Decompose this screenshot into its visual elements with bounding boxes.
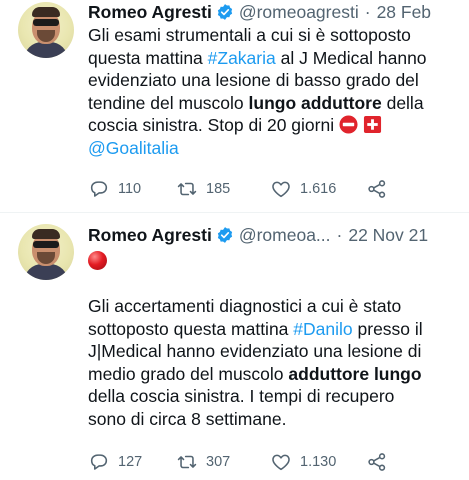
heart-icon [272,181,290,198]
text-line: evidenziato una lesione di basso grado d… [88,70,419,91]
retweet-button[interactable]: 307 [176,451,270,473]
share-icon [368,180,386,198]
text-line: Gli esami strumentali a cui si è sottopo… [88,25,411,45]
tweet-header: Romeo Agresti @romeoa... · 22 Nov 21 [88,223,428,247]
retweet-count: 307 [206,454,231,470]
reply-button[interactable]: 110 [88,178,176,200]
separator-dot: · [336,224,343,245]
text-line: della [381,92,424,113]
like-count: 1.616 [300,181,337,197]
text-line: della coscia sinistra. I tempi di recupe… [88,386,395,407]
tweet-date[interactable]: 22 Nov 21 [348,225,428,246]
hashtag-link[interactable]: #Zakaria [208,48,276,68]
tweet-text: Gli accertamenti diagnostici a cui è sta… [88,295,463,431]
reply-count: 127 [118,454,143,470]
text-line: questa mattina [88,47,208,68]
hashtag-link[interactable]: #Danilo [293,319,352,339]
verified-badge-icon [217,227,232,243]
text-line: tendine del muscolo [88,92,249,113]
no-entry-emoji [339,115,358,134]
avatar[interactable] [18,2,74,58]
tweet-actions: 127 307 1.130 [88,450,396,474]
author-name[interactable]: Romeo Agresti [88,225,212,246]
red-circle-emoji [88,251,107,275]
text-line: sottoposto questa mattina [88,318,294,339]
text-line: sono di circa 8 settimane. [88,408,287,429]
bold-text: lungo adduttore [248,92,382,113]
retweet-icon [177,182,197,196]
share-button[interactable] [366,178,396,200]
text-line: al J Medical hanno [275,47,427,68]
reply-count: 110 [118,181,142,197]
reply-icon [90,454,108,470]
like-count: 1.130 [300,454,337,470]
reply-icon [90,181,108,197]
heart-icon [272,454,290,471]
text-line: presso il [352,318,423,339]
reply-button[interactable]: 127 [88,451,176,473]
text-line: Gli accertamenti diagnostici a cui è sta… [88,296,402,316]
tweet-header: Romeo Agresti @romeoagresti · 28 Feb [88,0,431,24]
tweet-divider [0,212,469,213]
tweet-date[interactable]: 28 Feb [377,2,431,23]
mention-link[interactable]: @Goalitalia [88,138,179,158]
text-line: J|Medical hanno evidenziato una lesione … [88,341,422,362]
tweet-actions: 110 185 1.616 [88,177,396,201]
like-button[interactable]: 1.616 [270,178,366,200]
author-name[interactable]: Romeo Agresti [88,2,212,23]
tweet-text: Gli esami strumentali a cui si è sottopo… [88,24,463,160]
bold-text: adduttore lungo [288,363,422,384]
avatar[interactable] [18,224,74,280]
share-icon [368,453,386,471]
like-button[interactable]: 1.130 [270,451,366,473]
separator-dot: · [364,1,371,22]
retweet-icon [177,455,197,469]
swiss-flag-emoji [363,116,381,134]
text-line: medio grado del muscolo [88,363,289,384]
retweet-button[interactable]: 185 [176,178,270,200]
share-button[interactable] [366,451,396,473]
author-handle[interactable]: @romeoagresti [239,2,359,23]
verified-badge-icon [217,4,232,20]
text-line: coscia sinistra. Stop di 20 giorni [88,115,335,136]
retweet-count: 185 [206,181,231,197]
author-handle[interactable]: @romeoa... [239,225,331,246]
